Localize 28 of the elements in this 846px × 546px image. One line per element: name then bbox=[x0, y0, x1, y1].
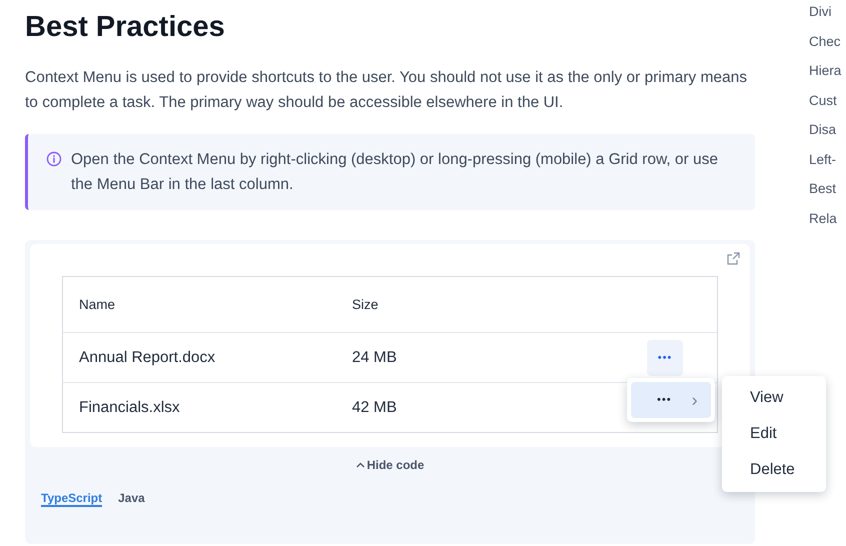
code-tab[interactable]: TypeScript bbox=[41, 491, 102, 507]
submenu-item[interactable]: Delete bbox=[722, 452, 826, 488]
toc-link[interactable]: Disa bbox=[809, 120, 842, 140]
submenu-item[interactable]: Edit bbox=[722, 416, 826, 452]
toc-link[interactable]: Left- bbox=[809, 150, 842, 169]
toc-link[interactable]: Cust bbox=[809, 90, 842, 110]
column-header: Size bbox=[352, 297, 380, 312]
code-tab[interactable]: Java bbox=[118, 491, 145, 507]
external-link-icon[interactable] bbox=[727, 252, 740, 265]
table-cell: Annual Report.docx bbox=[79, 348, 216, 366]
info-icon bbox=[46, 151, 62, 167]
toc-link[interactable]: Rela bbox=[809, 208, 842, 228]
menu-bar-button[interactable]: ••• bbox=[647, 340, 683, 376]
table-cell: 42 MB bbox=[352, 398, 397, 416]
toc-link[interactable]: Divi bbox=[809, 2, 842, 22]
table-cell: Financials.xlsx bbox=[79, 398, 180, 416]
caret-icon bbox=[356, 462, 365, 468]
note-text: Open the Context Menu by right-clicking (desktop) or long-pressing (mobile) a Grid row, or use the Menu Bar in the last column. bbox=[71, 150, 719, 195]
toc-link[interactable]: Chec bbox=[809, 32, 842, 51]
toc-link[interactable]: Hiera bbox=[809, 61, 842, 80]
intro-paragraph: Context Menu is used to provide shortcuts to the user. You should not use it as the only or primary means to complete a task. The primary way should be accessible elsewhere in the UI. bbox=[25, 68, 748, 113]
submenu-item[interactable]: View bbox=[722, 380, 826, 416]
table-cell: 24 MB bbox=[352, 348, 397, 366]
toc-link[interactable]: Best bbox=[809, 179, 842, 198]
hide-code-button[interactable]: Hide code bbox=[350, 457, 430, 473]
menu-item[interactable]: ••• › bbox=[631, 382, 711, 418]
section-heading: Best Practices bbox=[25, 10, 226, 45]
column-header: Name bbox=[79, 297, 116, 312]
